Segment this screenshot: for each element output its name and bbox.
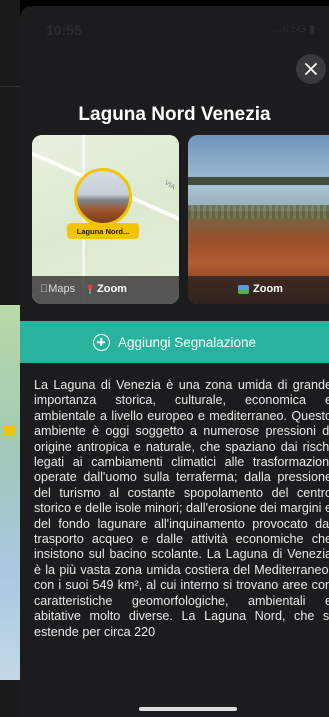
background-app xyxy=(0,0,20,717)
plus-circle-icon xyxy=(92,333,110,351)
photo-card[interactable]: Zoom xyxy=(188,135,329,304)
sheet-title: Laguna Nord Venezia xyxy=(78,104,271,125)
add-report-button[interactable]: Aggiungi Segnalazione xyxy=(20,321,329,363)
photo-card-footer: Zoom xyxy=(188,276,329,304)
background-map xyxy=(0,305,20,680)
location-pin-thumbnail xyxy=(74,168,132,226)
description-text: La Laguna di Venezia è una zona umida di… xyxy=(34,378,329,639)
home-indicator[interactable] xyxy=(139,707,237,711)
image-icon xyxy=(238,284,249,294)
map-zoom-button[interactable]: Zoom xyxy=(86,283,127,295)
map-card[interactable]: VIA Laguna Nord... Maps Zoom xyxy=(32,135,179,304)
apple-maps-logo: Maps xyxy=(40,283,75,295)
photo-grass xyxy=(188,205,329,219)
status-time: 10:55 xyxy=(46,22,82,38)
detail-sheet: 10:55 …ıl 5G ▮ Laguna Nord Venezia VIA L… xyxy=(20,6,329,717)
map-pin-icon xyxy=(87,284,93,294)
photo-zoom-button[interactable]: Zoom xyxy=(238,283,283,295)
map-zoom-label: Zoom xyxy=(97,283,127,295)
map-card-footer: Maps Zoom xyxy=(32,276,179,304)
status-indicators: …ıl 5G ▮ xyxy=(271,23,315,35)
photo-zoom-label: Zoom xyxy=(253,283,283,295)
close-button[interactable] xyxy=(296,54,326,84)
media-cards: VIA Laguna Nord... Maps Zoom xyxy=(32,135,329,306)
status-bar: 10:55 …ıl 5G ▮ xyxy=(20,6,329,46)
location-pin-label: Laguna Nord... xyxy=(67,223,139,239)
close-icon xyxy=(305,63,317,75)
background-map-marker xyxy=(3,425,15,435)
divider xyxy=(0,86,20,87)
add-report-label: Aggiungi Segnalazione xyxy=(117,334,257,350)
